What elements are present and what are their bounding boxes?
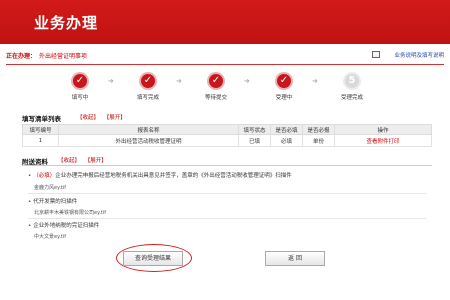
cell-name: 外出经营活动税收管理证明 <box>58 134 239 147</box>
check-icon: ✓ <box>139 72 157 90</box>
status-value: 外出经营证明事项 <box>39 53 88 60</box>
expand-link[interactable]: 【展开】 <box>104 115 126 121</box>
collapse-link[interactable]: 【收起】 <box>77 115 99 121</box>
page-title: 业务办理 <box>34 14 99 32</box>
arrow-right-icon: ➜ <box>176 77 182 85</box>
column-header: 报表名称 <box>58 124 239 135</box>
cell-action: 查看附件打印 <box>334 134 432 147</box>
column-header: 是否必报 <box>302 124 335 135</box>
required-tag: （必填） <box>33 173 56 179</box>
bullet-icon: • <box>28 199 32 205</box>
fill-list-table: 填写编号 报表名称 填写状态 是否必填 是否必报 操作 1 外出经营活动税收管理… <box>22 124 432 147</box>
help-link[interactable]: 业务说明及填写说明 <box>394 51 444 59</box>
attachment-text: 企业办理完申报后经营地税务机关出具意见并签字，盖章的《外出经营活动税收管理证明》… <box>55 173 292 179</box>
step-label: 填写完成 <box>136 95 159 101</box>
check-icon: ✓ <box>71 72 89 90</box>
fill-list-title: 填写清单列表 <box>22 115 61 123</box>
step-4: ✓ 受理中 <box>264 72 304 101</box>
step-3: ✓ 等待提交 <box>196 72 236 101</box>
column-header: 是否必填 <box>270 124 303 135</box>
cell-required: 必填 <box>270 134 303 147</box>
divider <box>28 218 426 219</box>
check-icon: ✓ <box>275 72 293 90</box>
progress-steps: ✓ 填写中 ➜ ✓ 填写完成 ➜ ✓ 等待提交 ➜ ✓ 受理中 ➜ 5 受理完成 <box>60 72 390 108</box>
step-label: 等待提交 <box>204 95 227 101</box>
column-header: 操作 <box>334 124 432 135</box>
query-result-button[interactable]: 查询受理结果 <box>123 251 183 266</box>
collapse-link[interactable]: 【收起】 <box>58 158 80 164</box>
view-attachment-link[interactable]: 查看附件打印 <box>366 139 399 145</box>
column-header: 填写状态 <box>238 124 271 135</box>
step-1: ✓ 填写中 <box>60 72 100 101</box>
table-row: 1 外出经营活动税收管理证明 已填 必填 单份 查看附件打印 <box>22 134 432 147</box>
table-header-row: 填写编号 报表名称 填写状态 是否必填 是否必报 操作 <box>22 124 432 135</box>
step-label: 受理完成 <box>340 95 363 101</box>
step-2: ✓ 填写完成 <box>128 72 168 101</box>
attachment-item: • 企业外地纳税的完证扫描件 <box>28 221 99 229</box>
attachment-text: 代开发票的扫描件 <box>33 199 78 205</box>
status-label: 正在办理： <box>6 53 37 60</box>
attachment-text: 企业外地纳税的完证扫描件 <box>33 223 100 229</box>
arrow-right-icon: ➜ <box>108 77 114 85</box>
back-button[interactable]: 返 回 <box>265 251 325 266</box>
check-icon: ✓ <box>207 72 225 90</box>
step-label: 填写中 <box>71 95 89 101</box>
header-divider <box>6 64 444 65</box>
step-5: 5 受理完成 <box>332 72 372 101</box>
header-bar: 业务办理 <box>0 0 450 44</box>
page: 业务办理 正在办理： 外出经营证明事项 业务说明及填写说明 ✓ 填写中 ➜ ✓ … <box>0 0 450 300</box>
bullet-icon: • <box>28 223 32 229</box>
attachment-item: • （必填）企业办理完申报后经营地税务机关出具意见并签字，盖章的《外出经营活动税收… <box>28 171 292 179</box>
attachments-panel: • （必填）企业办理完申报后经营地税务机关出具意见并签字，盖章的《外出经营活动税收… <box>22 165 432 247</box>
arrow-right-icon: ➜ <box>312 77 318 85</box>
cell-state: 已填 <box>238 134 271 147</box>
divider <box>28 193 426 194</box>
arrow-right-icon: ➜ <box>244 77 250 85</box>
attachment-file[interactable]: 金鹿力风ey.tif <box>34 184 66 191</box>
column-header: 填写编号 <box>22 124 59 135</box>
status-bar: 正在办理： 外出经营证明事项 业务说明及填写说明 <box>6 50 444 64</box>
book-icon <box>372 51 380 58</box>
attachment-file[interactable]: 北京耕丰木美铁钢有限公司ey.tif <box>34 209 106 216</box>
expand-link[interactable]: 【展开】 <box>85 158 107 164</box>
step-label: 受理中 <box>275 95 293 101</box>
attachment-item: • 代开发票的扫描件 <box>28 197 77 205</box>
cell-no: 1 <box>22 134 59 147</box>
attachments-toggle: 【收起】 【展开】 <box>58 156 110 164</box>
step-number: 5 <box>343 72 361 90</box>
fill-list-toggle: 【收起】 【展开】 <box>77 113 129 121</box>
attachment-file[interactable]: 中大文景ey.tif <box>34 233 66 240</box>
bullet-icon: • <box>28 173 32 179</box>
cell-must-report: 单份 <box>302 134 335 147</box>
